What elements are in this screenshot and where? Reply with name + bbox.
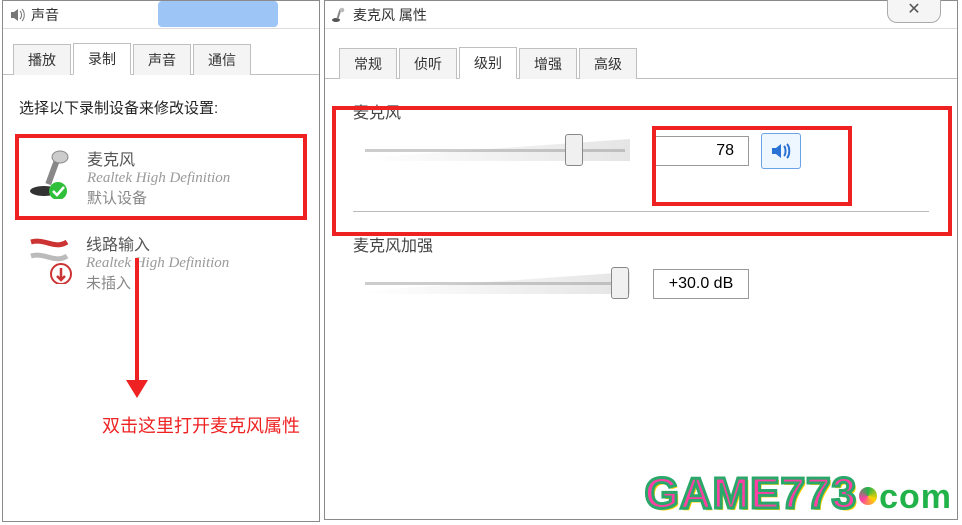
- recording-tab-content: 选择以下录制设备来修改设置: 麦克风 Realtek High Definiti…: [3, 75, 319, 318]
- mic-small-icon: [331, 7, 347, 23]
- watermark-suffix: com: [879, 478, 952, 516]
- background-button-glow: [158, 1, 278, 27]
- device-driver: Realtek High Definition: [87, 170, 297, 187]
- props-window-title: 麦克风 属性: [353, 5, 427, 25]
- tab-levels[interactable]: 级别: [459, 47, 517, 79]
- mic-boost-value[interactable]: +30.0 dB: [653, 269, 749, 299]
- device-microphone[interactable]: 麦克风 Realtek High Definition 默认设备: [15, 134, 307, 220]
- microphone-icon: [25, 146, 79, 200]
- device-microphone-text: 麦克风 Realtek High Definition 默认设备: [87, 146, 297, 208]
- instruction-text: 选择以下录制设备来修改设置:: [19, 97, 303, 118]
- props-window-titlebar: 麦克风 属性: [325, 1, 957, 29]
- line-in-icon: [24, 231, 78, 285]
- sound-window-title: 声音: [31, 5, 59, 25]
- watermark: GAME773 com: [645, 469, 952, 519]
- tab-enhancements[interactable]: 增强: [519, 48, 577, 79]
- device-name: 线路输入: [86, 231, 298, 255]
- sound-tabs: 播放 录制 声音 通信: [3, 29, 319, 75]
- device-name: 麦克风: [87, 146, 297, 170]
- annotation-text: 双击这里打开麦克风属性: [102, 412, 300, 438]
- watermark-dot-icon: [859, 487, 877, 505]
- tab-playback[interactable]: 播放: [13, 44, 71, 75]
- microphone-properties-window: 麦克风 属性 ✕ 常规 侦听 级别 增强 高级 麦克风 78 麦克风加强 +30…: [324, 0, 958, 520]
- sound-settings-window: 声音 播放 录制 声音 通信 选择以下录制设备来修改设置: 麦克风 Realte…: [2, 0, 320, 522]
- annotation-arrow: [130, 258, 144, 398]
- close-button[interactable]: ✕: [887, 0, 941, 23]
- device-driver: Realtek High Definition: [86, 255, 298, 272]
- device-line-in-text: 线路输入 Realtek High Definition 未插入: [86, 231, 298, 293]
- device-line-in[interactable]: 线路输入 Realtek High Definition 未插入: [15, 220, 307, 304]
- highlight-box-level-value: [652, 126, 852, 206]
- tab-sounds[interactable]: 声音: [133, 44, 191, 75]
- mic-boost-slider[interactable]: [365, 264, 625, 304]
- watermark-brand: GAME773: [645, 469, 857, 518]
- tab-general[interactable]: 常规: [339, 48, 397, 79]
- speaker-icon: [9, 7, 25, 23]
- close-icon: ✕: [907, 0, 920, 19]
- tab-advanced[interactable]: 高级: [579, 48, 637, 79]
- tab-listen[interactable]: 侦听: [399, 48, 457, 79]
- mic-boost-row: +30.0 dB: [365, 264, 957, 304]
- device-status: 默认设备: [87, 187, 297, 208]
- tab-communications[interactable]: 通信: [193, 44, 251, 75]
- props-tabs: 常规 侦听 级别 增强 高级: [325, 29, 957, 79]
- tab-recording[interactable]: 录制: [73, 43, 131, 75]
- highlight-box-levels-panel: [332, 106, 952, 236]
- device-status: 未插入: [86, 272, 298, 293]
